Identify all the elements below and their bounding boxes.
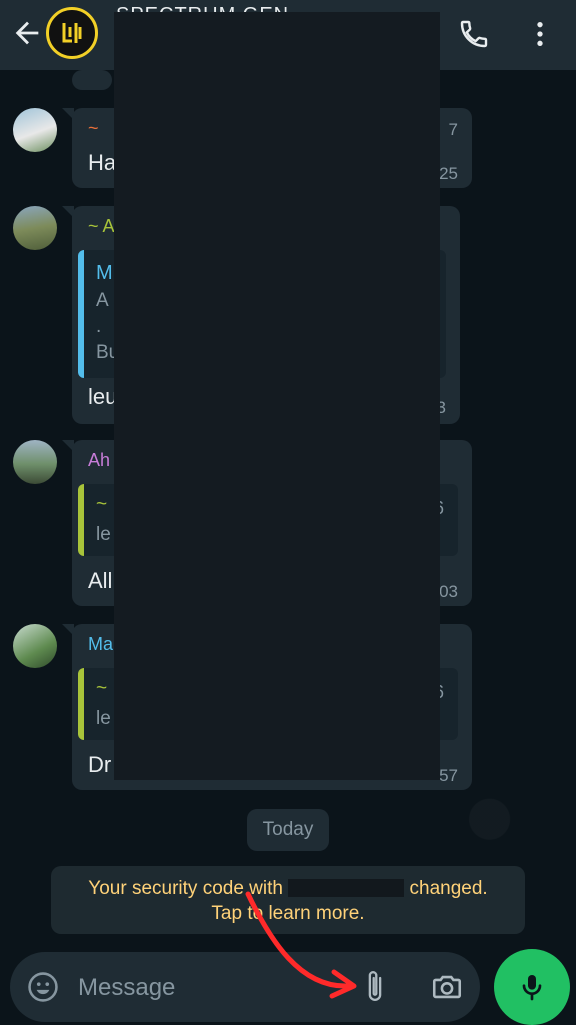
message-sender: Ma: [88, 634, 114, 654]
message-phone-fragment: 7: [448, 120, 458, 139]
message-sender: ~ A: [88, 216, 115, 236]
group-logo-icon: [62, 23, 82, 43]
message-text: leu: [88, 384, 118, 409]
system-text: changed.: [409, 878, 488, 899]
quote-text: le: [96, 524, 111, 545]
message-composer: [10, 952, 480, 1022]
security-code-notice[interactable]: Your security code with changed. Tap to …: [51, 866, 525, 934]
message-text: All: [88, 568, 113, 593]
sender-avatar[interactable]: [13, 624, 57, 668]
system-text: Your security code with: [88, 878, 283, 899]
voice-call-icon[interactable]: [458, 18, 490, 50]
quote-sender: ~: [96, 494, 108, 515]
quote-bar: [78, 250, 84, 378]
quote-sender: M: [96, 262, 113, 284]
message-text: Dr: [88, 752, 112, 777]
redacted-name: [288, 879, 405, 897]
message-time: 25: [439, 164, 458, 183]
quote-bar: [78, 668, 84, 740]
message-input[interactable]: [76, 966, 330, 1010]
redaction-overlay: [114, 12, 440, 780]
back-arrow-icon[interactable]: [10, 16, 44, 50]
emoji-icon[interactable]: [26, 970, 60, 1004]
learn-more-link[interactable]: Tap to learn more.: [51, 903, 525, 925]
quote-sender: ~: [96, 678, 108, 699]
sender-avatar[interactable]: [13, 440, 57, 484]
message-sender: Ah: [88, 450, 111, 470]
sender-avatar[interactable]: [13, 206, 57, 250]
quote-text: .: [96, 316, 102, 337]
group-avatar[interactable]: [46, 7, 98, 59]
quote-text: le: [96, 708, 111, 729]
more-options-icon[interactable]: [524, 18, 556, 50]
microphone-icon: [522, 975, 542, 1001]
message-time: 57: [439, 766, 458, 785]
date-divider: Today: [247, 809, 329, 851]
message-sender: ~: [88, 118, 99, 138]
attach-icon[interactable]: [360, 969, 390, 1005]
message-text: Ha: [88, 150, 117, 175]
message-time: 03: [439, 582, 458, 601]
message-bubble-previous[interactable]: [72, 70, 112, 90]
voice-message-button[interactable]: [494, 949, 570, 1025]
quote-text: A: [96, 290, 109, 311]
quote-bar: [78, 484, 84, 556]
camera-icon[interactable]: [430, 970, 464, 1004]
sender-avatar[interactable]: [13, 108, 57, 152]
